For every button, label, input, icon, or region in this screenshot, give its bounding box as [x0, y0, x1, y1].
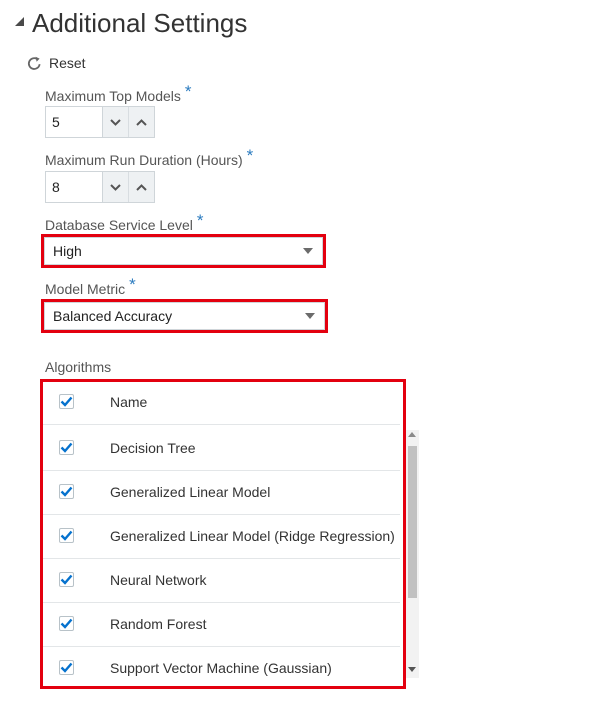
checkmark-icon [60, 486, 73, 497]
refresh-icon [27, 56, 41, 70]
decrement-button[interactable] [103, 172, 128, 202]
reset-button[interactable]: Reset [26, 54, 86, 72]
algorithm-checkbox[interactable] [59, 572, 74, 587]
model-metric-label-text: Model Metric [45, 281, 126, 297]
db-service-level-value: High [53, 243, 82, 259]
algorithm-checkbox[interactable] [59, 484, 74, 499]
increment-button[interactable] [128, 107, 154, 137]
increment-button[interactable] [128, 172, 154, 202]
checkmark-icon [60, 442, 73, 453]
algorithm-name: Support Vector Machine (Gaussian) [110, 660, 332, 676]
scrollbar-thumb[interactable] [408, 446, 417, 598]
checkmark-icon [60, 530, 73, 541]
checkmark-icon [60, 574, 73, 585]
algorithm-checkbox[interactable] [59, 440, 74, 455]
model-metric-value: Balanced Accuracy [53, 308, 173, 324]
decrement-button[interactable] [103, 107, 128, 137]
checkmark-icon [60, 618, 73, 629]
max-run-duration-label-text: Maximum Run Duration (Hours) [45, 152, 243, 168]
required-asterisk: * [246, 146, 254, 165]
chevron-up-icon [136, 118, 147, 126]
max-top-models-label: Maximum Top Models * [45, 82, 192, 106]
max-run-duration-stepper[interactable]: 8 [45, 171, 155, 203]
name-column-header[interactable]: Name [110, 394, 147, 410]
db-service-level-select[interactable]: High [44, 237, 323, 265]
table-row[interactable]: Generalized Linear Model (Ridge Regressi… [42, 515, 400, 559]
scroll-up-arrow-icon[interactable] [408, 432, 416, 437]
table-row[interactable]: Random Forest [42, 603, 400, 647]
max-run-duration-label: Maximum Run Duration (Hours) * [45, 146, 253, 170]
algorithm-name: Generalized Linear Model (Ridge Regressi… [110, 528, 395, 544]
db-service-level-highlight: High [41, 234, 326, 268]
algorithm-checkbox[interactable] [59, 660, 74, 675]
required-asterisk: * [184, 82, 192, 101]
max-top-models-stepper[interactable]: 5 [45, 106, 155, 138]
checkmark-icon [60, 396, 73, 407]
required-asterisk: * [129, 275, 136, 294]
table-row[interactable]: Support Vector Machine (Gaussian) [42, 647, 400, 685]
algorithm-name: Neural Network [110, 572, 207, 588]
select-all-checkbox[interactable] [59, 394, 74, 409]
chevron-down-icon [110, 118, 121, 126]
table-row[interactable]: Generalized Linear Model [42, 471, 400, 515]
scroll-down-arrow-icon[interactable] [408, 667, 416, 672]
algorithms-table: Name Decision Tree Generalized Linear Mod… [42, 381, 405, 685]
algorithm-name: Decision Tree [110, 440, 196, 456]
model-metric-highlight: Balanced Accuracy [41, 299, 328, 333]
checkmark-icon [60, 662, 73, 673]
dropdown-caret-icon [305, 313, 315, 319]
chevron-down-icon [110, 183, 121, 191]
algorithm-name: Random Forest [110, 616, 207, 632]
collapse-triangle-icon[interactable] [15, 17, 24, 26]
max-top-models-label-text: Maximum Top Models [45, 88, 181, 104]
db-service-level-label: Database Service Level * [45, 211, 204, 235]
algorithm-name: Generalized Linear Model [110, 484, 271, 500]
chevron-up-icon [136, 183, 147, 191]
algorithm-checkbox[interactable] [59, 528, 74, 543]
required-asterisk: * [196, 211, 204, 230]
dropdown-caret-icon [303, 248, 313, 254]
model-metric-select[interactable]: Balanced Accuracy [44, 302, 325, 330]
reset-label: Reset [49, 55, 86, 71]
table-row[interactable]: Decision Tree [42, 427, 400, 471]
table-row[interactable]: Neural Network [42, 559, 400, 603]
max-run-duration-value[interactable]: 8 [46, 172, 103, 202]
section-title: Additional Settings [32, 8, 248, 38]
model-metric-label: Model Metric * [45, 275, 136, 299]
table-header-row: Name [42, 381, 400, 425]
db-service-level-label-text: Database Service Level [45, 217, 193, 233]
max-top-models-value[interactable]: 5 [46, 107, 103, 137]
algorithm-checkbox[interactable] [59, 616, 74, 631]
algorithms-label: Algorithms [45, 359, 112, 375]
